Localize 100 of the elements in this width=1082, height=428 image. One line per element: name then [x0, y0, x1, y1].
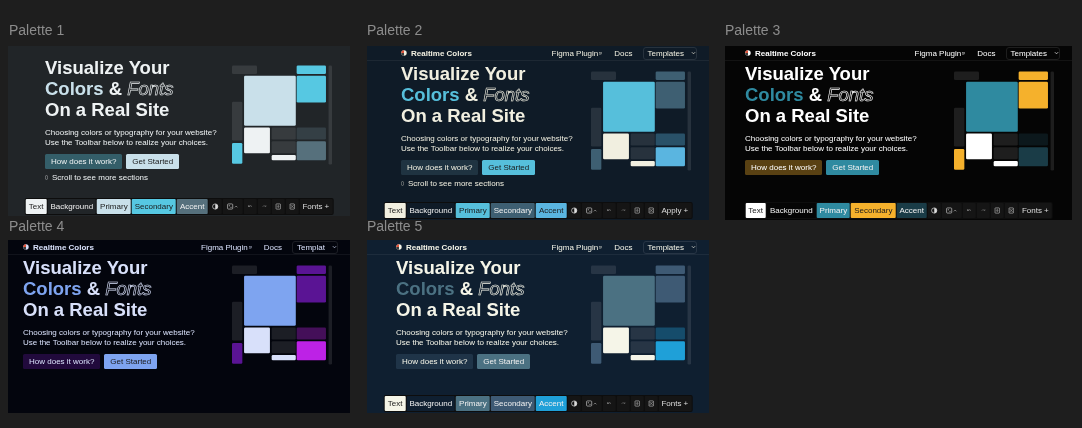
image-icon[interactable] [1004, 203, 1018, 218]
hero-text: Choosing colors or typography for your website? [396, 328, 569, 338]
templates-dropdown[interactable]: Templat [292, 240, 338, 254]
frame-label: Palette 4 [9, 218, 65, 234]
frame-label: Palette 2 [367, 22, 423, 38]
nav-link[interactable]: Docs [977, 48, 996, 58]
color-swatch-button[interactable]: Background [47, 199, 97, 214]
color-swatch-button[interactable]: Accent [535, 203, 567, 218]
brand-name[interactable]: Realtime Colors [406, 242, 467, 252]
image-icon[interactable] [644, 203, 658, 218]
logo-icon[interactable] [396, 244, 402, 250]
dice-icon[interactable] [222, 199, 243, 214]
get-started-button[interactable]: Get Started [104, 354, 158, 369]
frame-label: Palette 1 [9, 22, 65, 38]
logo-icon[interactable] [401, 50, 407, 56]
caret-icon [1054, 51, 1059, 55]
templates-dropdown[interactable]: Templates [642, 240, 697, 254]
scroll-hint: Scroll to see more sections [52, 173, 149, 182]
download-icon[interactable] [271, 199, 285, 214]
contrast-icon[interactable] [567, 203, 581, 218]
color-swatch-button[interactable]: Secondary [490, 203, 535, 218]
external-link-icon [248, 245, 252, 249]
fonts-button[interactable]: Fonts + [658, 396, 692, 411]
brand-name[interactable]: Realtime Colors [411, 48, 472, 58]
color-swatch-button[interactable]: Secondary [851, 203, 896, 218]
color-swatch-button[interactable]: Text [745, 203, 766, 218]
fonts-button[interactable]: Fonts + [299, 199, 333, 214]
hero-text: Use the Toolbar below to realize your choices. [401, 144, 566, 154]
external-link-icon [599, 245, 603, 249]
contrast-icon[interactable] [208, 199, 222, 214]
how-it-works-button[interactable]: How does it work? [45, 154, 123, 169]
templates-dropdown[interactable]: Templates [642, 46, 697, 60]
hero-text: Use the Toolbar below to realize your choices. [45, 138, 210, 148]
caret-icon [332, 245, 337, 249]
caret-icon [691, 245, 696, 249]
color-swatch-button[interactable]: Accent [896, 203, 927, 218]
color-swatch-button[interactable]: Text [25, 199, 47, 214]
nav-link[interactable]: Figma Plugin [551, 242, 599, 252]
hero-text: Choosing colors or typography for your website? [401, 134, 574, 144]
brand-name[interactable]: Realtime Colors [755, 48, 816, 58]
contrast-icon[interactable] [567, 396, 581, 411]
color-swatch-button[interactable]: Primary [816, 203, 851, 218]
color-swatch-button[interactable]: Secondary [131, 199, 176, 214]
color-swatch-button[interactable]: Primary [97, 199, 131, 214]
hero-heading: Visualize Your Colors & Fonts On a Real Site [45, 57, 175, 120]
caret-icon [691, 51, 696, 55]
get-started-button[interactable]: Get Started [126, 154, 180, 169]
nav-link[interactable]: Docs [263, 242, 282, 252]
color-swatch-button[interactable]: Text [384, 396, 406, 411]
color-swatch-button[interactable]: Background [406, 203, 456, 218]
mouse-icon [45, 175, 48, 180]
logo-icon[interactable] [745, 50, 751, 56]
hero-heading: Visualize Your Colors & Fonts On a Real Site [745, 63, 875, 126]
how-it-works-button[interactable]: How does it work? [745, 160, 823, 175]
dice-icon[interactable] [581, 203, 602, 218]
hero-text: Use the Toolbar below to realize your choices. [23, 338, 188, 348]
logo-icon[interactable] [23, 244, 29, 250]
fonts-button[interactable]: Apply + [658, 203, 692, 218]
mouse-icon [401, 181, 404, 186]
nav-link[interactable]: Figma Plugin [201, 242, 248, 252]
image-icon[interactable] [285, 199, 299, 214]
brand-name[interactable]: Realtime Colors [33, 242, 94, 252]
dice-icon[interactable] [581, 396, 602, 411]
external-link-icon [962, 51, 966, 55]
color-swatch-button[interactable]: Primary [456, 396, 490, 411]
get-started-button[interactable]: Get Started [826, 160, 880, 175]
scroll-hint: Scroll to see more sections [408, 179, 505, 188]
color-swatch-button[interactable]: Background [406, 396, 456, 411]
get-started-button[interactable]: Get Started [477, 354, 531, 369]
hero-text: Choosing colors or typography for your website? [45, 128, 218, 138]
external-link-icon [599, 51, 603, 55]
color-swatch-button[interactable]: Secondary [490, 396, 535, 411]
color-swatch-button[interactable]: Text [384, 203, 406, 218]
color-swatch-button[interactable]: Background [766, 203, 816, 218]
hero-heading: Visualize Your Colors & Fonts On a Real Site [23, 257, 153, 320]
dice-icon[interactable] [941, 203, 962, 218]
how-it-works-button[interactable]: How does it work? [23, 354, 101, 369]
color-swatch-button[interactable]: Primary [456, 203, 490, 218]
hero-text: Use the Toolbar below to realize your choices. [745, 144, 910, 154]
fonts-button[interactable]: Fonts + [1018, 203, 1052, 218]
download-icon[interactable] [630, 396, 644, 411]
nav-link[interactable]: Docs [614, 48, 633, 58]
templates-dropdown[interactable]: Templates [1005, 46, 1060, 60]
frame-label: Palette 5 [367, 218, 423, 234]
hero-text: Use the Toolbar below to realize your choices. [396, 338, 561, 348]
nav-link[interactable]: Figma Plugin [914, 48, 962, 58]
how-it-works-button[interactable]: How does it work? [401, 160, 479, 175]
download-icon[interactable] [990, 203, 1004, 218]
download-icon[interactable] [630, 203, 644, 218]
contrast-icon[interactable] [927, 203, 941, 218]
frame-label: Palette 3 [725, 22, 781, 38]
color-swatch-button[interactable]: Accent [176, 199, 208, 214]
hero-heading: Visualize Your Colors & Fonts On a Real Site [396, 257, 526, 320]
get-started-button[interactable]: Get Started [482, 160, 536, 175]
how-it-works-button[interactable]: How does it work? [396, 354, 474, 369]
nav-link[interactable]: Docs [614, 242, 633, 252]
nav-link[interactable]: Figma Plugin [551, 48, 599, 58]
hero-text: Choosing colors or typography for your website? [23, 328, 196, 338]
hero-heading: Visualize Your Colors & Fonts On a Real Site [401, 63, 531, 126]
image-icon[interactable] [644, 396, 658, 411]
